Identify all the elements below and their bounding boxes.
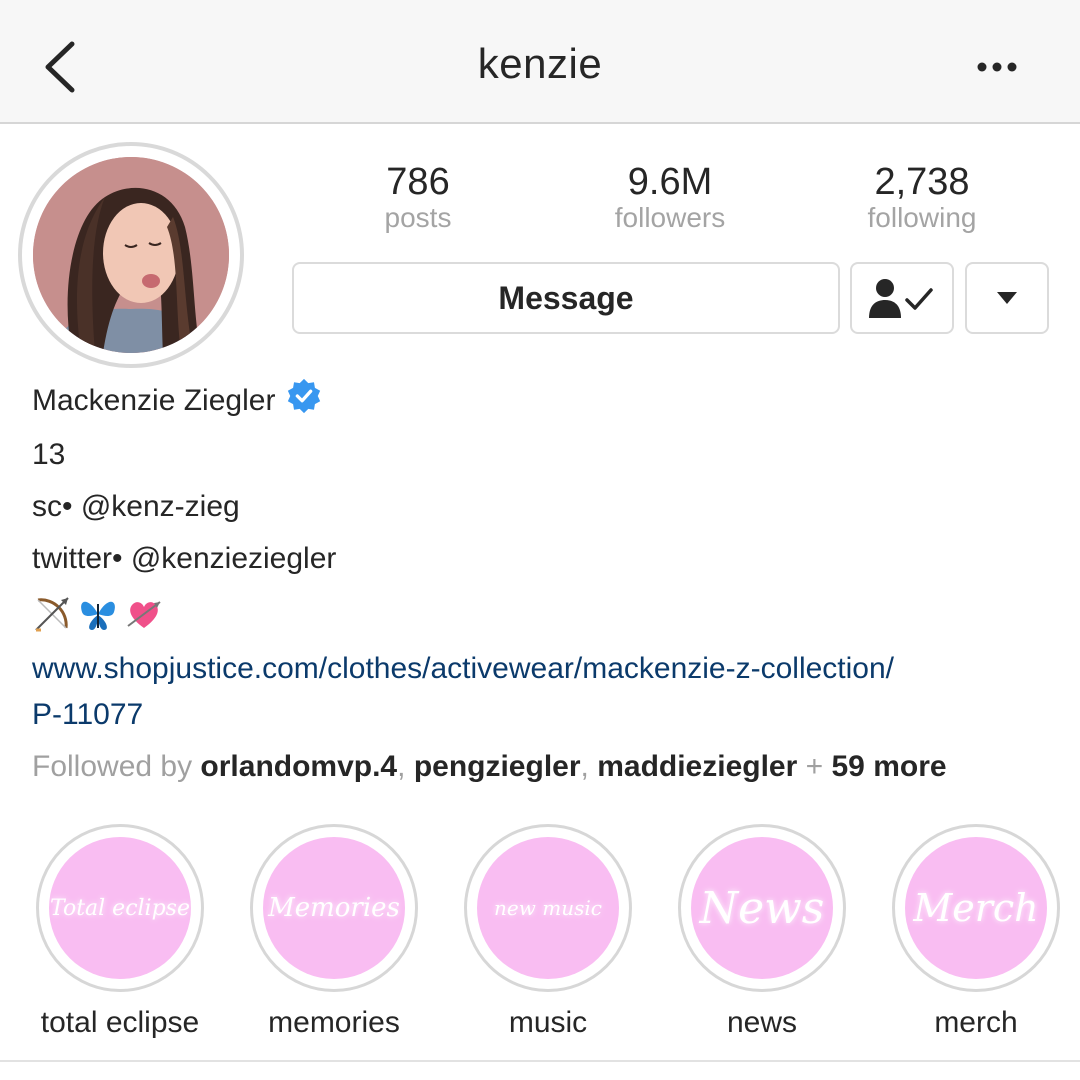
bio-snapchat: sc• @kenz-zieg bbox=[32, 490, 240, 523]
highlight-label: total eclipse bbox=[40, 1006, 200, 1039]
highlight-ring: Merch bbox=[892, 824, 1060, 992]
highlight-cover-text: Memories bbox=[268, 893, 400, 923]
bottom-divider bbox=[0, 1060, 1080, 1062]
caret-down-icon bbox=[997, 292, 1017, 304]
stat-following[interactable]: 2,738 following bbox=[822, 160, 1022, 232]
followed-by-user[interactable]: orlandomvp.4 bbox=[200, 750, 397, 783]
page-title: kenzie bbox=[477, 40, 603, 87]
followed-by-separator: , bbox=[580, 750, 589, 783]
highlight-memories[interactable]: Memories memories bbox=[227, 824, 441, 1040]
highlight-ring: Memories bbox=[250, 824, 418, 992]
profile-name-row: Mackenzie Ziegler bbox=[32, 378, 323, 418]
avatar-ring[interactable] bbox=[18, 142, 244, 368]
following-count: 2,738 bbox=[874, 161, 970, 203]
bio-link-line-2: P-11077 bbox=[32, 698, 144, 731]
highlight-cover-text: new music bbox=[494, 896, 602, 920]
following-status-button[interactable] bbox=[850, 262, 954, 334]
followed-by-more[interactable]: 59 more bbox=[832, 750, 947, 783]
bio-website-link[interactable]: www.shopjustice.com/clothes/activewear/m… bbox=[32, 646, 1032, 738]
suggestions-dropdown-button[interactable] bbox=[965, 262, 1049, 334]
following-label: following bbox=[867, 202, 977, 233]
profile-photo bbox=[33, 157, 229, 353]
highlight-cover: Merch bbox=[905, 837, 1047, 979]
bio-twitter: twitter• @kenzieziegler bbox=[32, 542, 337, 575]
followed-by-user[interactable]: pengziegler bbox=[414, 750, 581, 783]
bio-age: 13 bbox=[32, 438, 66, 471]
bow-and-arrow-icon bbox=[32, 594, 72, 634]
highlight-label: merch bbox=[934, 1006, 1018, 1039]
highlight-label: news bbox=[726, 1006, 798, 1039]
followed-by-prefix: Followed by bbox=[32, 750, 193, 783]
highlight-news[interactable]: News news bbox=[655, 824, 869, 1040]
highlight-cover: Total eclipse bbox=[49, 837, 191, 979]
highlight-merch[interactable]: Merch merch bbox=[869, 824, 1080, 1040]
highlight-ring: Total eclipse bbox=[36, 824, 204, 992]
verified-badge-icon bbox=[288, 378, 321, 414]
bio-link-line-1: www.shopjustice.com/clothes/activewear/m… bbox=[32, 652, 895, 685]
followed-by-user[interactable]: maddieziegler bbox=[597, 750, 797, 783]
highlight-ring: News bbox=[678, 824, 846, 992]
ellipsis-icon bbox=[977, 62, 1017, 72]
followers-count: 9.6M bbox=[627, 161, 713, 203]
posts-count: 786 bbox=[386, 161, 450, 203]
highlight-label: memories bbox=[268, 1006, 400, 1039]
highlight-ring: new music bbox=[464, 824, 632, 992]
person-check-icon bbox=[869, 279, 933, 318]
highlight-cover-text: Merch bbox=[913, 886, 1039, 930]
butterfly-icon bbox=[78, 594, 118, 634]
highlight-music[interactable]: new music music bbox=[441, 824, 655, 1040]
highlight-label: music bbox=[508, 1006, 588, 1039]
more-options-button[interactable] bbox=[972, 52, 1024, 82]
followers-label: followers bbox=[614, 202, 726, 233]
posts-label: posts bbox=[384, 202, 452, 233]
message-button[interactable]: Message bbox=[292, 262, 840, 334]
followed-by-row[interactable]: Followed by orlandomvp.4, pengziegler, m… bbox=[32, 750, 947, 784]
highlight-cover-text: Total eclipse bbox=[49, 895, 190, 921]
followed-by-plus: + bbox=[805, 750, 824, 783]
followed-by-separator: , bbox=[397, 750, 406, 783]
highlight-total-eclipse[interactable]: Total eclipse total eclipse bbox=[13, 824, 227, 1040]
highlight-cover: Memories bbox=[263, 837, 405, 979]
stat-posts[interactable]: 786 posts bbox=[318, 160, 518, 232]
top-nav-bar: kenzie bbox=[0, 0, 1080, 124]
highlight-cover: News bbox=[691, 837, 833, 979]
profile-name: Mackenzie Ziegler bbox=[32, 384, 276, 417]
bio-emojis bbox=[32, 594, 164, 634]
heart-with-arrow-icon bbox=[124, 594, 164, 634]
highlight-cover-text: News bbox=[699, 882, 825, 934]
highlight-cover: new music bbox=[477, 837, 619, 979]
stat-followers[interactable]: 9.6M followers bbox=[570, 160, 770, 232]
